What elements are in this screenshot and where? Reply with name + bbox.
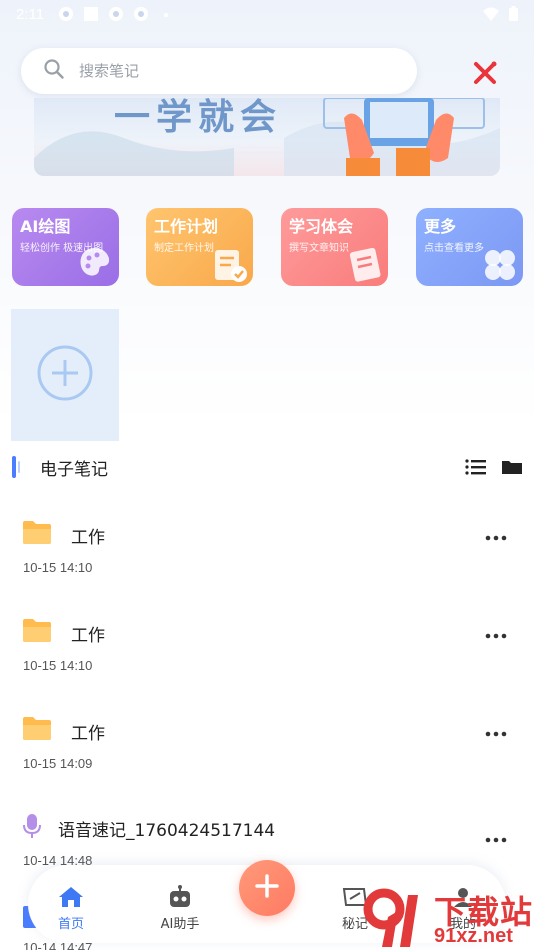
home-icon <box>36 885 106 909</box>
ellipsis-icon <box>484 832 508 851</box>
add-note-tile[interactable] <box>11 309 119 441</box>
note-date: 10-15 14:10 <box>23 560 93 575</box>
list-view-button[interactable] <box>464 457 488 477</box>
note-date: 10-15 14:10 <box>23 658 93 673</box>
ellipsis-icon <box>484 628 508 647</box>
nav-home-label: 首页 <box>57 917 84 932</box>
note-date: 10-15 14:09 <box>23 756 93 771</box>
folder-view-button[interactable] <box>501 457 523 477</box>
checklist-icon <box>209 244 249 284</box>
square-notification-icon <box>83 6 99 22</box>
nav-home[interactable]: 首页 <box>36 885 106 932</box>
more-options-button[interactable] <box>484 726 508 740</box>
more-card[interactable]: 更多 点击查看更多 <box>416 208 523 286</box>
note-title: 工作 <box>71 528 105 548</box>
palette-icon <box>75 244 115 284</box>
study-notes-card[interactable]: 学习体会 撰写文章知识 <box>281 208 388 286</box>
status-bar: 2:11 <box>0 0 534 28</box>
battery-icon <box>508 6 520 26</box>
ellipsis-icon <box>484 530 508 549</box>
search-icon <box>43 58 65 84</box>
plus-icon <box>253 872 281 904</box>
create-note-button[interactable] <box>239 860 295 916</box>
card-title: 学习体会 <box>289 217 354 236</box>
folder-icon <box>22 618 52 644</box>
note-title: 工作 <box>71 626 105 646</box>
folder-icon <box>22 520 52 546</box>
folder-icon <box>501 461 523 481</box>
robot-icon <box>145 885 215 909</box>
watermark-url: 91xz.net <box>434 925 513 947</box>
more-options-button[interactable] <box>484 530 508 544</box>
clover-icon <box>479 244 519 284</box>
note-item[interactable]: 工作 10-15 14:09 <box>0 716 534 786</box>
app-notification-icon <box>58 6 74 22</box>
microphone-icon <box>22 813 42 839</box>
wifi-icon <box>482 6 500 26</box>
note-title: 语音速记_1760424517144 <box>58 821 276 841</box>
document-icon <box>344 244 384 284</box>
note-title: 工作 <box>71 724 105 744</box>
ai-drawing-card[interactable]: AI绘图 轻松创作 极速出图 <box>12 208 119 286</box>
search-input[interactable] <box>79 62 379 80</box>
dot-icon <box>158 6 174 22</box>
nav-ai-assistant[interactable]: AI助手 <box>145 885 215 932</box>
card-title: AI绘图 <box>20 217 71 236</box>
section-title: 电子笔记 <box>40 460 108 480</box>
note-item[interactable]: 工作 10-15 14:10 <box>0 520 534 590</box>
app-notification-icon <box>133 6 149 22</box>
folder-icon <box>22 716 52 742</box>
search-bar[interactable] <box>21 48 417 94</box>
banner-title: 一学就会 <box>114 98 283 138</box>
pencil-ruler-icon <box>470 61 500 92</box>
note-item[interactable]: 工作 10-15 14:10 <box>0 618 534 688</box>
status-time: 2:11 <box>16 5 45 23</box>
nav-ai-label: AI助手 <box>160 917 200 932</box>
card-title: 更多 <box>424 217 457 236</box>
plus-circle-icon <box>36 344 94 406</box>
more-options-button[interactable] <box>484 628 508 642</box>
clear-notes-button[interactable] <box>470 58 500 88</box>
list-icon <box>464 459 488 481</box>
work-plan-card[interactable]: 工作计划 制定工作计划 <box>146 208 253 286</box>
section-accent-bar <box>12 456 16 478</box>
more-options-button[interactable] <box>484 832 508 846</box>
section-accent-bar <box>18 461 20 473</box>
promo-banner[interactable]: 一学就会 <box>34 98 500 176</box>
app-notification-icon <box>108 6 124 22</box>
card-title: 工作计划 <box>154 217 219 236</box>
ellipsis-icon <box>484 726 508 745</box>
watermark: 下载站 91xz.net <box>362 885 534 950</box>
notes-section-header: 电子笔记 <box>12 455 523 480</box>
